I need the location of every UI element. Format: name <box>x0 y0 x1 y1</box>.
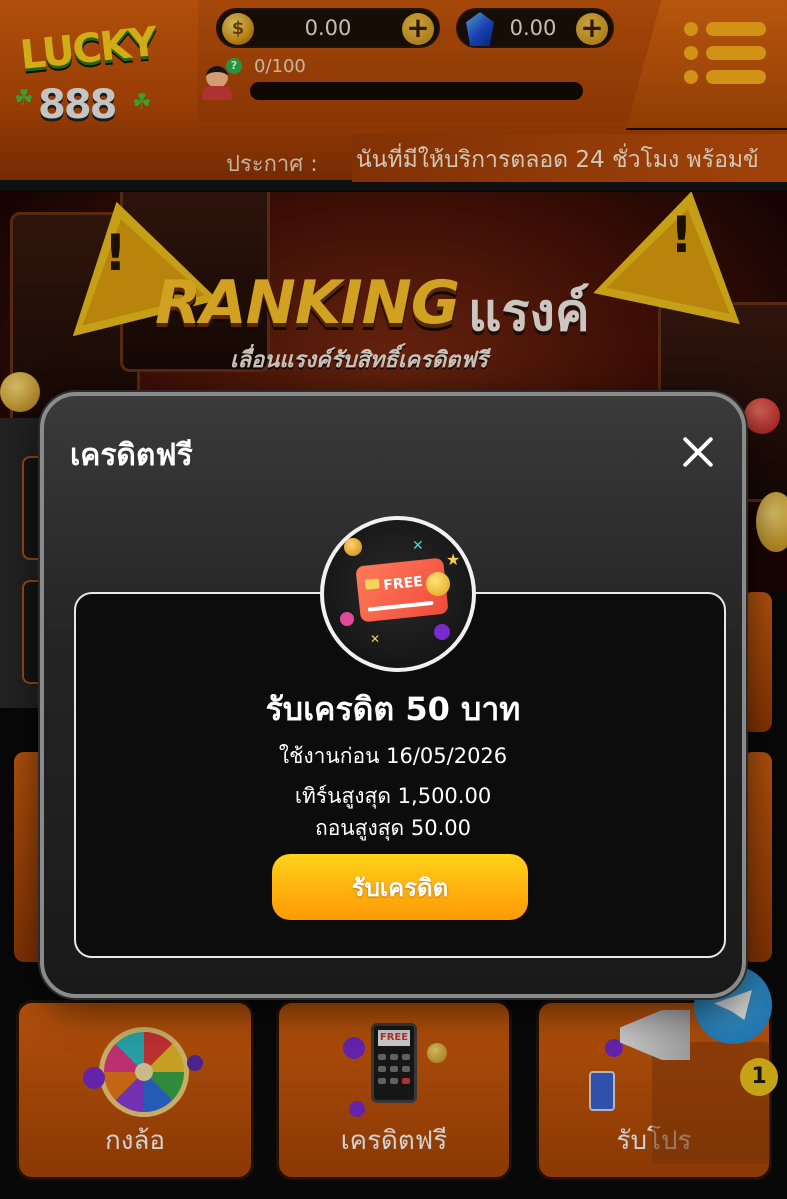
sparkle-decoration: ✕ <box>412 538 424 554</box>
coin-icon <box>426 572 450 596</box>
modal-title: เครดิตฟรี <box>70 438 193 473</box>
card-stripe <box>367 600 434 612</box>
max-withdraw: ถอนสูงสุด 50.00 <box>314 816 471 840</box>
close-icon[interactable] <box>680 434 716 470</box>
free-credit-modal: เครดิตฟรี FREE ✕ ✕ ★ รับเครดิต 50 บาท ใช… <box>40 392 746 998</box>
claim-credit-button[interactable]: รับเครดิต <box>272 854 528 920</box>
sparkle-decoration: ✕ <box>370 632 381 646</box>
reward-title: รับเครดิต 50 บาท <box>265 690 521 728</box>
ball-decoration <box>340 612 354 626</box>
max-turnover: เทิร์นสูงสุด 1,500.00 <box>294 784 492 808</box>
card-free-text: FREE <box>382 573 424 594</box>
free-credit-card-icon: FREE ✕ ✕ ★ <box>320 516 476 672</box>
gem-decoration <box>434 624 450 640</box>
use-before-date: ใช้งานก่อน 16/05/2026 <box>278 744 508 768</box>
warning-mark: ! <box>104 224 127 282</box>
emoji-decoration <box>344 538 362 556</box>
card-chip <box>364 578 380 590</box>
warning-mark: ! <box>670 206 693 264</box>
star-decoration: ★ <box>446 550 461 569</box>
